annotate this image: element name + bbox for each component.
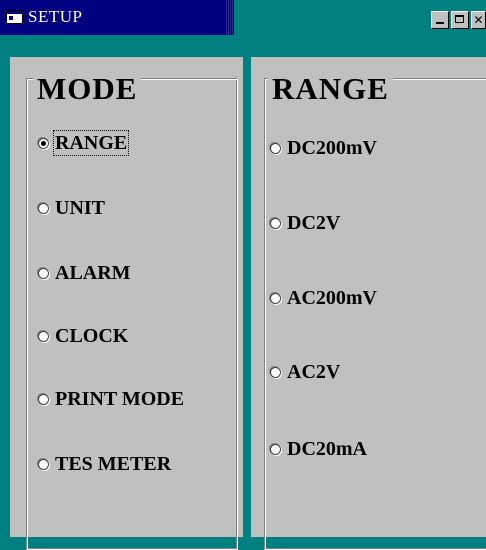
titlebar-edge xyxy=(226,0,234,35)
range-option-label: DC200mV xyxy=(287,137,377,159)
maximize-button[interactable] xyxy=(451,11,469,29)
minimize-icon xyxy=(436,22,444,24)
mode-option-label: RANGE xyxy=(52,130,130,156)
radio-icon[interactable] xyxy=(38,267,49,279)
range-option-dc20ma[interactable]: DC20mA xyxy=(270,438,367,460)
mode-group-title: MODE xyxy=(33,72,142,106)
radio-icon[interactable] xyxy=(270,292,281,304)
mode-option-label: UNIT xyxy=(55,197,106,219)
mode-option-range[interactable]: RANGE xyxy=(38,130,130,156)
mode-option-clock[interactable]: CLOCK xyxy=(38,325,128,347)
close-button[interactable]: ✕ xyxy=(471,11,486,29)
radio-selected-icon[interactable] xyxy=(38,137,49,149)
range-group-title: RANGE xyxy=(268,72,393,106)
radio-icon[interactable] xyxy=(270,366,281,378)
range-option-label: AC200mV xyxy=(287,287,377,309)
title-bar[interactable]: SETUP ✕ xyxy=(0,0,486,35)
range-option-label: AC2V xyxy=(287,361,341,383)
close-icon: ✕ xyxy=(473,13,484,27)
maximize-icon xyxy=(455,15,464,23)
app-window-icon[interactable] xyxy=(6,10,23,24)
range-option-label: DC2V xyxy=(287,212,341,234)
radio-icon[interactable] xyxy=(270,142,281,154)
radio-icon[interactable] xyxy=(38,330,49,342)
mode-option-tes-meter[interactable]: TES METER xyxy=(38,453,171,475)
range-option-ac2v[interactable]: AC2V xyxy=(270,361,340,383)
radio-icon[interactable] xyxy=(38,202,49,214)
radio-icon[interactable] xyxy=(270,217,281,229)
mode-option-label: CLOCK xyxy=(55,325,129,347)
range-option-label: DC20mA xyxy=(287,438,367,460)
window-title: SETUP xyxy=(28,7,83,26)
range-option-ac200mv[interactable]: AC200mV xyxy=(270,287,377,309)
radio-icon[interactable] xyxy=(270,443,281,455)
mode-option-label: PRINT MODE xyxy=(55,388,185,410)
mode-option-print-mode[interactable]: PRINT MODE xyxy=(38,388,184,410)
mode-option-label: TES METER xyxy=(55,453,172,475)
mode-option-unit[interactable]: UNIT xyxy=(38,197,105,219)
range-option-dc2v[interactable]: DC2V xyxy=(270,212,340,234)
mode-option-alarm[interactable]: ALARM xyxy=(38,262,131,284)
radio-icon[interactable] xyxy=(38,393,49,405)
minimize-button[interactable] xyxy=(431,11,449,29)
mode-option-label: ALARM xyxy=(55,262,131,284)
radio-icon[interactable] xyxy=(38,458,49,470)
range-option-dc200mv[interactable]: DC200mV xyxy=(270,137,377,159)
